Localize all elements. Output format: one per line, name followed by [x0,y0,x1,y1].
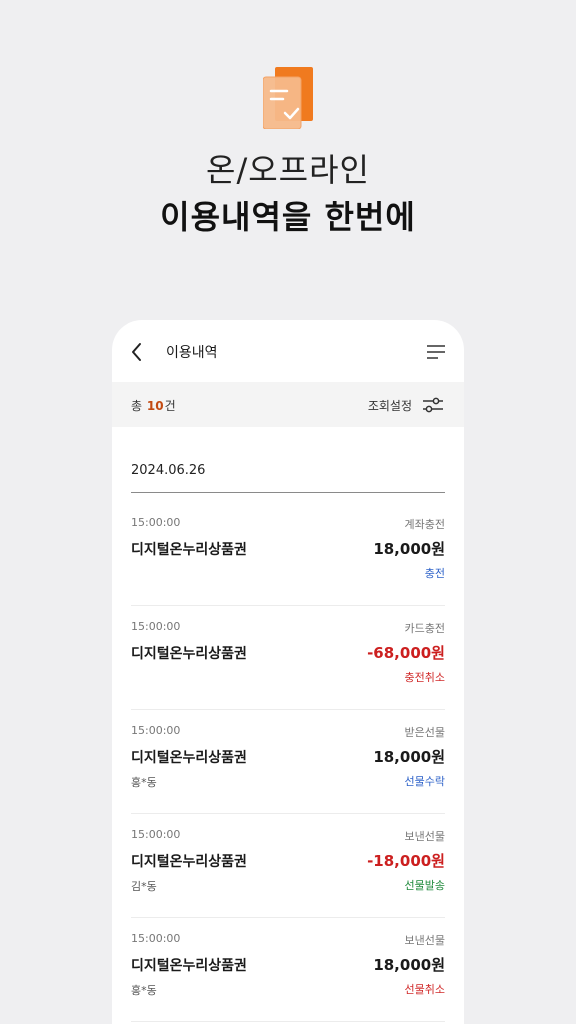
transaction-time: 15:00:00 [131,516,181,529]
top-bar: 이용내역 [112,320,464,382]
transaction-name: 디지털온누리상품권 [131,750,247,766]
transaction-name: 디지털온누리상품권 [131,958,247,974]
menu-lines-icon[interactable] [426,344,446,360]
transaction-list: 15:00:00 계좌충전 디지털온누리상품권 18,000원 충전 15:00:00 카드… [131,502,445,1022]
transaction-status: 선물수락 [404,775,445,788]
transaction-amount: 18,000원 [373,956,445,974]
transaction-name: 디지털온누리상품권 [131,854,247,870]
page-title: 이용내역 [166,345,218,361]
total-count: 총 10건 [131,397,176,414]
transaction-amount: -18,000원 [367,852,445,870]
transaction-status: 선물발송 [404,879,445,892]
total-count-value: 10 [146,399,164,413]
headline: 온/오프라인 이용내역을 한번에 [0,148,576,242]
date-group-header: 2024.06.26 [131,463,445,493]
transaction-person: 홍*동 [131,776,157,789]
transaction-type: 보낸선물 [404,934,445,947]
transaction-name: 디지털온누리상품권 [131,646,247,662]
transaction-status: 충전취소 [404,671,445,684]
transaction-type: 카드충전 [404,622,445,635]
transaction-type: 보낸선물 [404,830,445,843]
chevron-left-icon[interactable] [130,342,144,362]
transaction-amount: 18,000원 [373,540,445,558]
total-prefix: 총 [131,399,143,413]
transaction-status: 충전 [424,567,445,580]
transaction-status: 선물취소 [404,983,445,996]
phone-screen: 이용내역 총 10건 조회설정 2024.06.26 15:00:00 계좌충전디… [112,320,464,1024]
transaction-time: 15:00:00 [131,828,181,841]
transaction-row[interactable]: 15:00:00 카드충전디지털온누리상품권 -68,000원충전취소 [131,606,445,710]
transaction-time: 15:00:00 [131,620,181,633]
transaction-time: 15:00:00 [131,932,181,945]
query-settings-button[interactable]: 조회설정 [368,397,412,414]
transaction-row[interactable]: 15:00:00 받은선물디지털온누리상품권 18,000원홍*동 선물수락 [131,710,445,814]
summary-bar: 총 10건 조회설정 [112,382,464,427]
filter-sliders-icon[interactable] [422,396,444,414]
transaction-type: 계좌충전 [404,518,445,531]
transaction-row[interactable]: 15:00:00 계좌충전디지털온누리상품권 18,000원충전 [131,502,445,606]
transaction-type: 받은선물 [404,726,445,739]
transaction-amount: -68,000원 [367,644,445,662]
headline-line2: 이용내역을 한번에 [160,198,416,236]
transaction-row[interactable]: 15:00:00 보낸선물디지털온누리상품권 18,000원홍*동 선물취소 [131,918,445,1022]
transaction-time: 15:00:00 [131,724,181,737]
transaction-amount: 18,000원 [373,748,445,766]
headline-line1: 온/오프라인 [206,151,370,189]
total-suffix: 건 [164,399,176,413]
transaction-person: 홍*동 [131,984,157,997]
transaction-name: 디지털온누리상품권 [131,542,247,558]
document-check-icon [262,67,313,130]
transaction-row[interactable]: 15:00:00 보낸선물디지털온누리상품권 -18,000원김*동 선물발송 [131,814,445,918]
transaction-person: 김*동 [131,880,157,893]
